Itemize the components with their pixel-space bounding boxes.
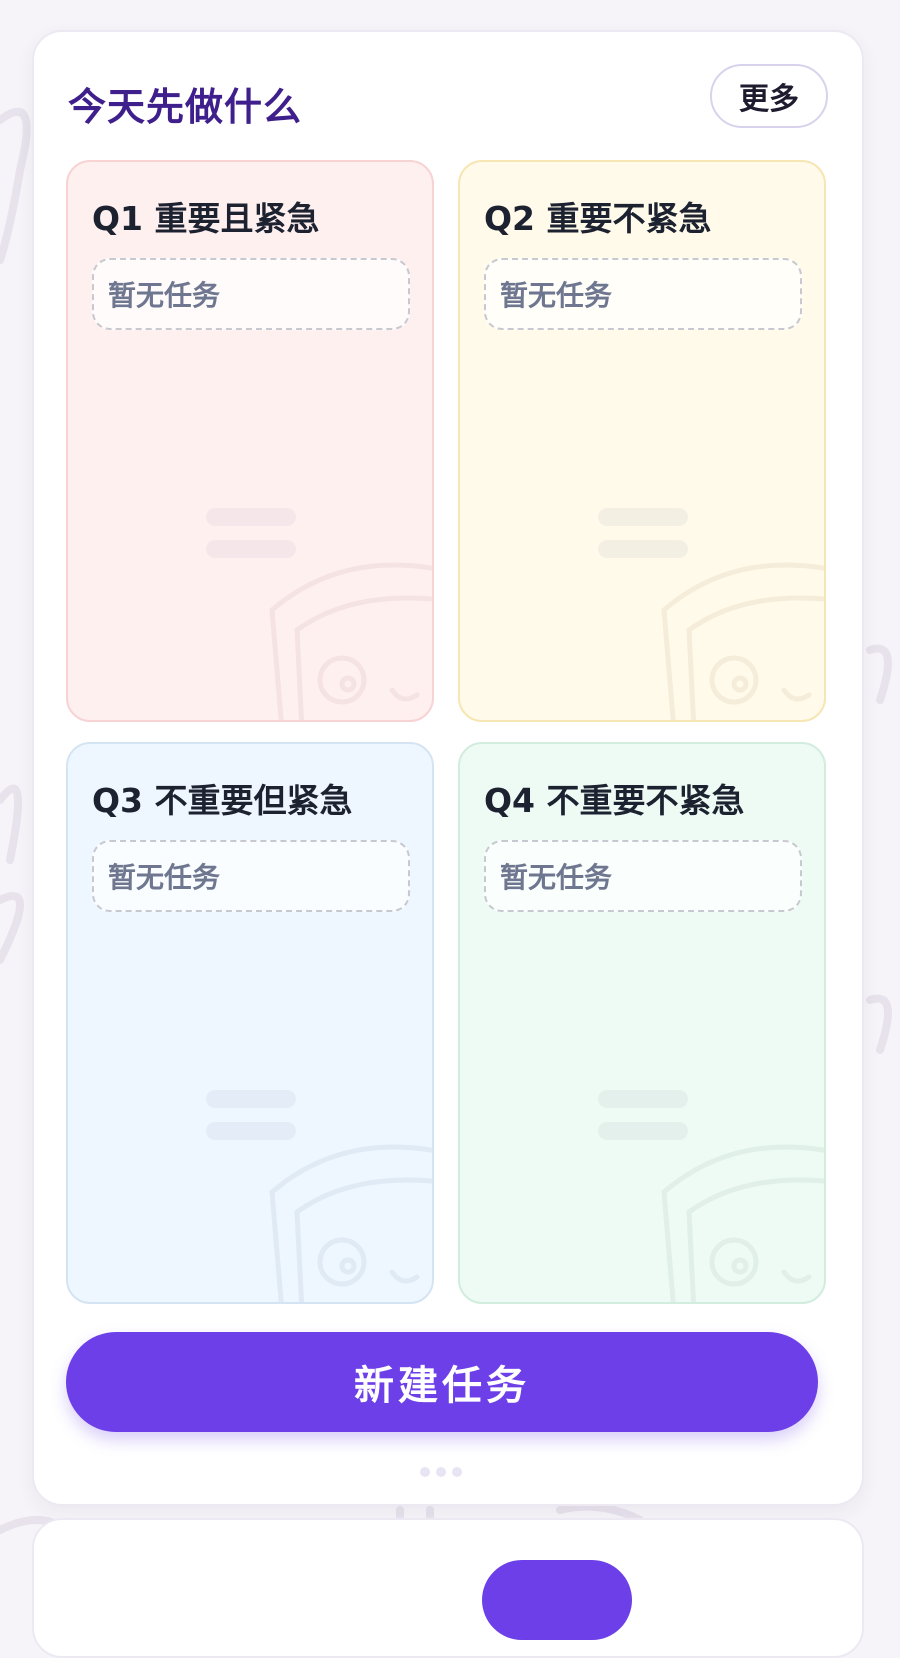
empty-task-placeholder[interactable]: 暂无任务: [484, 840, 802, 912]
page-indicator-dots: [420, 1462, 480, 1477]
quadrant-q3[interactable]: Q3 不重要但紧急 暂无任务: [66, 742, 434, 1304]
empty-task-placeholder[interactable]: 暂无任务: [92, 258, 410, 330]
more-button[interactable]: 更多: [710, 64, 828, 128]
quadrant-title: Q4 不重要不紧急: [484, 781, 745, 820]
quadrant-title: Q3 不重要但紧急: [92, 781, 353, 820]
card-title: 今天先做什么: [68, 85, 303, 129]
quadrant-q4[interactable]: Q4 不重要不紧急 暂无任务: [458, 742, 826, 1304]
priority-matrix-card: 今天先做什么 更多 Q1 重要且紧急 暂无任务 Q2 重要不紧急 暂无任务 Q3…: [32, 30, 864, 1506]
quadrant-q2[interactable]: Q2 重要不紧急 暂无任务: [458, 160, 826, 722]
empty-task-placeholder[interactable]: 暂无任务: [484, 258, 802, 330]
mascot-illustration: [661, 562, 824, 720]
next-card: [32, 1518, 864, 1658]
quadrant-title: Q2 重要不紧急: [484, 199, 712, 238]
quadrant-q1[interactable]: Q1 重要且紧急 暂无任务: [66, 160, 434, 722]
quadrant-title: Q1 重要且紧急: [92, 199, 320, 238]
mascot-illustration: [661, 1144, 824, 1302]
mascot-illustration: [269, 1144, 432, 1302]
mascot-illustration: [269, 562, 432, 720]
empty-task-placeholder[interactable]: 暂无任务: [92, 840, 410, 912]
next-card-button[interactable]: [482, 1560, 632, 1640]
new-task-button[interactable]: 新建任务: [66, 1332, 818, 1432]
